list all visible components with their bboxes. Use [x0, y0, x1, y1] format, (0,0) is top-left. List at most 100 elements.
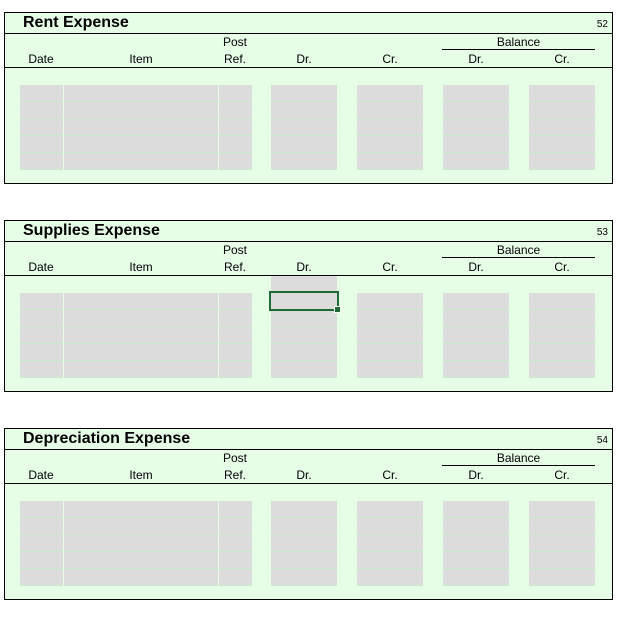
- ref-header[interactable]: Ref.: [210, 52, 260, 66]
- ref-input-cell[interactable]: [219, 293, 252, 310]
- ledger-title[interactable]: Rent Expense: [23, 14, 129, 32]
- date-input-cell[interactable]: [20, 85, 63, 102]
- item-input-cell[interactable]: [64, 552, 218, 569]
- item-input-cell[interactable]: [64, 344, 218, 361]
- ref-input-cell[interactable]: [219, 102, 252, 119]
- credit-header[interactable]: Cr.: [357, 260, 423, 274]
- bal-cr-input-cell[interactable]: [529, 361, 595, 378]
- dr-input-cell[interactable]: [271, 344, 337, 361]
- item-input-cell[interactable]: [64, 136, 218, 153]
- date-header[interactable]: Date: [19, 468, 63, 482]
- dr-input-cell[interactable]: [271, 310, 337, 327]
- fill-handle[interactable]: [334, 306, 341, 313]
- date-header[interactable]: Date: [19, 52, 63, 66]
- ref-header[interactable]: Ref.: [210, 260, 260, 274]
- credit-header[interactable]: Cr.: [357, 468, 423, 482]
- cr-input-cell[interactable]: [357, 136, 423, 153]
- cr-input-cell[interactable]: [357, 569, 423, 586]
- date-input-cell[interactable]: [20, 136, 63, 153]
- item-input-cell[interactable]: [64, 310, 218, 327]
- dr-input-cell[interactable]: [271, 102, 337, 119]
- cr-input-cell[interactable]: [357, 310, 423, 327]
- bal-cr-input-cell[interactable]: [529, 569, 595, 586]
- ref-input-cell[interactable]: [219, 344, 252, 361]
- balance-debit-header[interactable]: Dr.: [443, 468, 509, 482]
- date-input-cell[interactable]: [20, 569, 63, 586]
- bal-cr-input-cell[interactable]: [529, 310, 595, 327]
- cr-input-cell[interactable]: [357, 293, 423, 310]
- dr-input-cell[interactable]: [271, 501, 337, 518]
- date-input-cell[interactable]: [20, 501, 63, 518]
- dr-input-cell[interactable]: [271, 136, 337, 153]
- balance-credit-header[interactable]: Cr.: [529, 468, 595, 482]
- date-input-cell[interactable]: [20, 153, 63, 170]
- item-input-cell[interactable]: [64, 85, 218, 102]
- account-number[interactable]: 54: [597, 435, 608, 446]
- ref-input-cell[interactable]: [219, 327, 252, 344]
- bal-dr-input-cell[interactable]: [443, 136, 509, 153]
- date-input-cell[interactable]: [20, 361, 63, 378]
- debit-header[interactable]: Dr.: [271, 260, 337, 274]
- cr-input-cell[interactable]: [357, 501, 423, 518]
- date-input-cell[interactable]: [20, 552, 63, 569]
- item-header[interactable]: Item: [105, 52, 177, 66]
- ref-input-cell[interactable]: [219, 535, 252, 552]
- dr-input-cell[interactable]: [271, 85, 337, 102]
- cr-input-cell[interactable]: [357, 153, 423, 170]
- balance-header[interactable]: Balance: [442, 35, 595, 49]
- item-input-cell[interactable]: [64, 361, 218, 378]
- bal-dr-input-cell[interactable]: [443, 552, 509, 569]
- cr-input-cell[interactable]: [357, 102, 423, 119]
- bal-dr-input-cell[interactable]: [443, 327, 509, 344]
- ledger-title[interactable]: Supplies Expense: [23, 222, 160, 240]
- bal-cr-input-cell[interactable]: [529, 119, 595, 136]
- bal-dr-input-cell[interactable]: [443, 119, 509, 136]
- post-header[interactable]: Post: [210, 243, 260, 257]
- ref-input-cell[interactable]: [219, 153, 252, 170]
- balance-debit-header[interactable]: Dr.: [443, 260, 509, 274]
- ref-input-cell[interactable]: [219, 569, 252, 586]
- cr-input-cell[interactable]: [357, 327, 423, 344]
- dr-input-cell[interactable]: [271, 569, 337, 586]
- date-input-cell[interactable]: [20, 293, 63, 310]
- bal-dr-input-cell[interactable]: [443, 501, 509, 518]
- bal-dr-input-cell[interactable]: [443, 518, 509, 535]
- date-input-cell[interactable]: [20, 119, 63, 136]
- bal-cr-input-cell[interactable]: [529, 501, 595, 518]
- date-header[interactable]: Date: [19, 260, 63, 274]
- item-input-cell[interactable]: [64, 153, 218, 170]
- balance-header[interactable]: Balance: [442, 243, 595, 257]
- balance-header[interactable]: Balance: [442, 451, 595, 465]
- item-input-cell[interactable]: [64, 535, 218, 552]
- debit-header[interactable]: Dr.: [271, 52, 337, 66]
- credit-header[interactable]: Cr.: [357, 52, 423, 66]
- ref-input-cell[interactable]: [219, 136, 252, 153]
- dr-input-cell[interactable]: [271, 153, 337, 170]
- dr-input-cell[interactable]: [271, 535, 337, 552]
- bal-cr-input-cell[interactable]: [529, 552, 595, 569]
- bal-dr-input-cell[interactable]: [443, 535, 509, 552]
- balance-credit-header[interactable]: Cr.: [529, 260, 595, 274]
- bal-dr-input-cell[interactable]: [443, 569, 509, 586]
- item-input-cell[interactable]: [64, 293, 218, 310]
- cr-input-cell[interactable]: [357, 119, 423, 136]
- balance-credit-header[interactable]: Cr.: [529, 52, 595, 66]
- ledger-title[interactable]: Depreciation Expense: [23, 430, 190, 448]
- bal-dr-input-cell[interactable]: [443, 85, 509, 102]
- cr-input-cell[interactable]: [357, 518, 423, 535]
- bal-dr-input-cell[interactable]: [443, 344, 509, 361]
- dr-input-cell[interactable]: [271, 518, 337, 535]
- active-cell-selection[interactable]: [269, 291, 341, 313]
- date-input-cell[interactable]: [20, 535, 63, 552]
- item-input-cell[interactable]: [64, 119, 218, 136]
- bal-cr-input-cell[interactable]: [529, 153, 595, 170]
- ref-input-cell[interactable]: [219, 310, 252, 327]
- bal-cr-input-cell[interactable]: [529, 344, 595, 361]
- bal-cr-input-cell[interactable]: [529, 327, 595, 344]
- account-number[interactable]: 53: [597, 227, 608, 238]
- date-input-cell[interactable]: [20, 310, 63, 327]
- bal-cr-input-cell[interactable]: [529, 102, 595, 119]
- date-input-cell[interactable]: [20, 518, 63, 535]
- cr-input-cell[interactable]: [357, 361, 423, 378]
- dr-input-cell[interactable]: [271, 327, 337, 344]
